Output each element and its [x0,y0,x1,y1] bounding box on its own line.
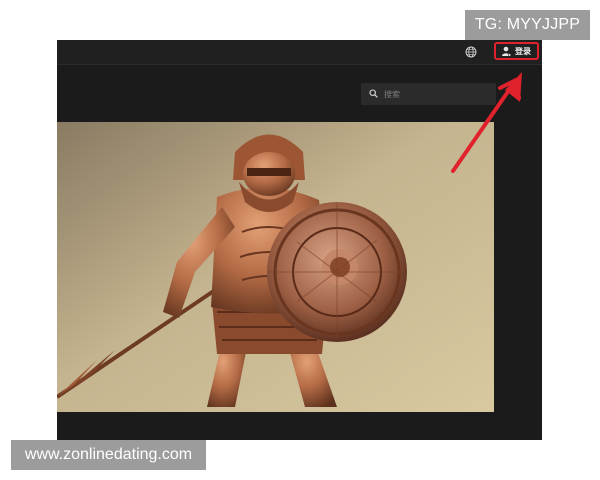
search-icon [369,88,378,100]
search-placeholder: 搜索 [384,89,400,99]
app-window: 登录 搜索 [57,40,542,440]
globe-icon[interactable] [465,45,477,58]
login-button[interactable]: 登录 [494,42,539,60]
site-watermark: www.zonlinedating.com [11,440,206,470]
hero-image-warrior-statue [57,122,494,412]
page: 登录 搜索 TG: MYYJJPP www.zonlinedating.com [0,0,600,480]
user-icon [502,46,511,57]
search-box[interactable]: 搜索 [361,83,496,105]
tg-watermark: TG: MYYJJPP [465,10,590,40]
login-label: 登录 [515,46,531,56]
navbar-divider [57,64,542,65]
